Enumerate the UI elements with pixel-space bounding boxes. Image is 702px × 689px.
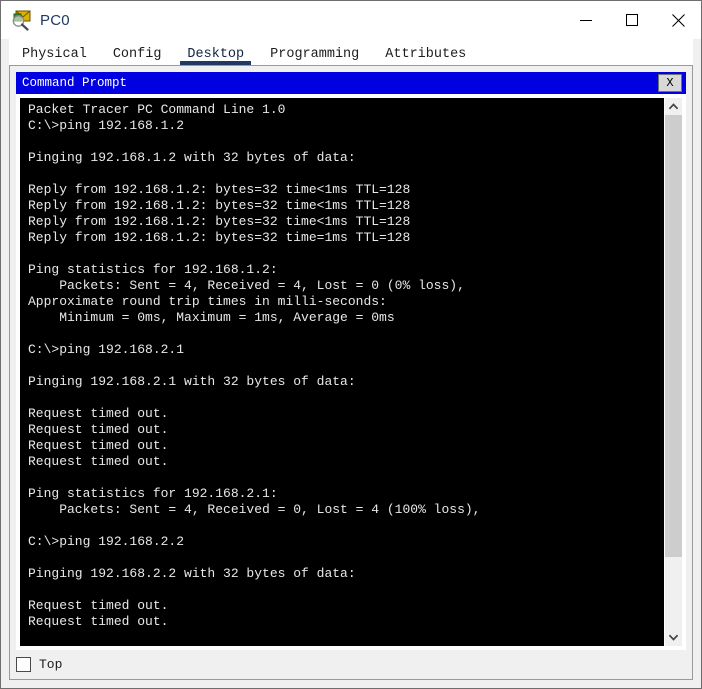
tab-desktop-label: Desktop xyxy=(187,47,245,62)
tab-programming[interactable]: Programming xyxy=(257,47,372,65)
window-title-bar: PC0 xyxy=(1,1,701,39)
tab-attributes-label: Attributes xyxy=(385,47,467,62)
minimize-button[interactable] xyxy=(563,1,609,39)
device-tabs: Physical Config Desktop Programming Attr… xyxy=(9,39,693,65)
command-prompt-body: Packet Tracer PC Command Line 1.0 C:\>pi… xyxy=(16,94,686,650)
desktop-tab-content: Command Prompt X Packet Tracer PC Comman… xyxy=(1,65,701,688)
tab-config[interactable]: Config xyxy=(100,47,175,65)
tab-physical-label: Physical xyxy=(22,47,87,62)
tab-programming-label: Programming xyxy=(270,47,360,62)
pc0-window: PC0 Physical Config Desktop Programming … xyxy=(0,0,702,689)
terminal-output-area[interactable]: Packet Tracer PC Command Line 1.0 C:\>pi… xyxy=(20,98,664,646)
terminal-scrollbar[interactable] xyxy=(664,98,682,646)
maximize-button[interactable] xyxy=(609,1,655,39)
command-prompt-close-button[interactable]: X xyxy=(658,74,682,92)
window-title: PC0 xyxy=(40,11,70,29)
top-checkbox-row[interactable]: Top xyxy=(16,657,62,672)
command-prompt-title: Command Prompt xyxy=(22,76,128,90)
top-checkbox-label: Top xyxy=(39,657,63,672)
desktop-panel: Command Prompt X Packet Tracer PC Comman… xyxy=(9,65,693,680)
tab-attributes[interactable]: Attributes xyxy=(372,47,479,65)
tab-physical[interactable]: Physical xyxy=(9,47,100,65)
close-button[interactable] xyxy=(655,1,701,39)
scrollbar-thumb[interactable] xyxy=(665,115,682,558)
desktop-bottom-bar: Top xyxy=(10,650,692,679)
packet-tracer-pc-icon xyxy=(10,9,32,31)
window-controls xyxy=(563,1,701,39)
scroll-down-arrow-icon[interactable] xyxy=(665,629,682,646)
command-prompt-titlebar: Command Prompt X xyxy=(16,72,686,94)
command-prompt-window: Command Prompt X Packet Tracer PC Comman… xyxy=(16,72,686,650)
scrollbar-track[interactable] xyxy=(665,115,682,629)
terminal-output-text: Packet Tracer PC Command Line 1.0 C:\>pi… xyxy=(28,102,481,629)
tab-config-label: Config xyxy=(112,47,162,62)
tab-desktop[interactable]: Desktop xyxy=(174,47,257,65)
scroll-up-arrow-icon[interactable] xyxy=(665,98,682,115)
top-checkbox[interactable] xyxy=(16,657,31,672)
